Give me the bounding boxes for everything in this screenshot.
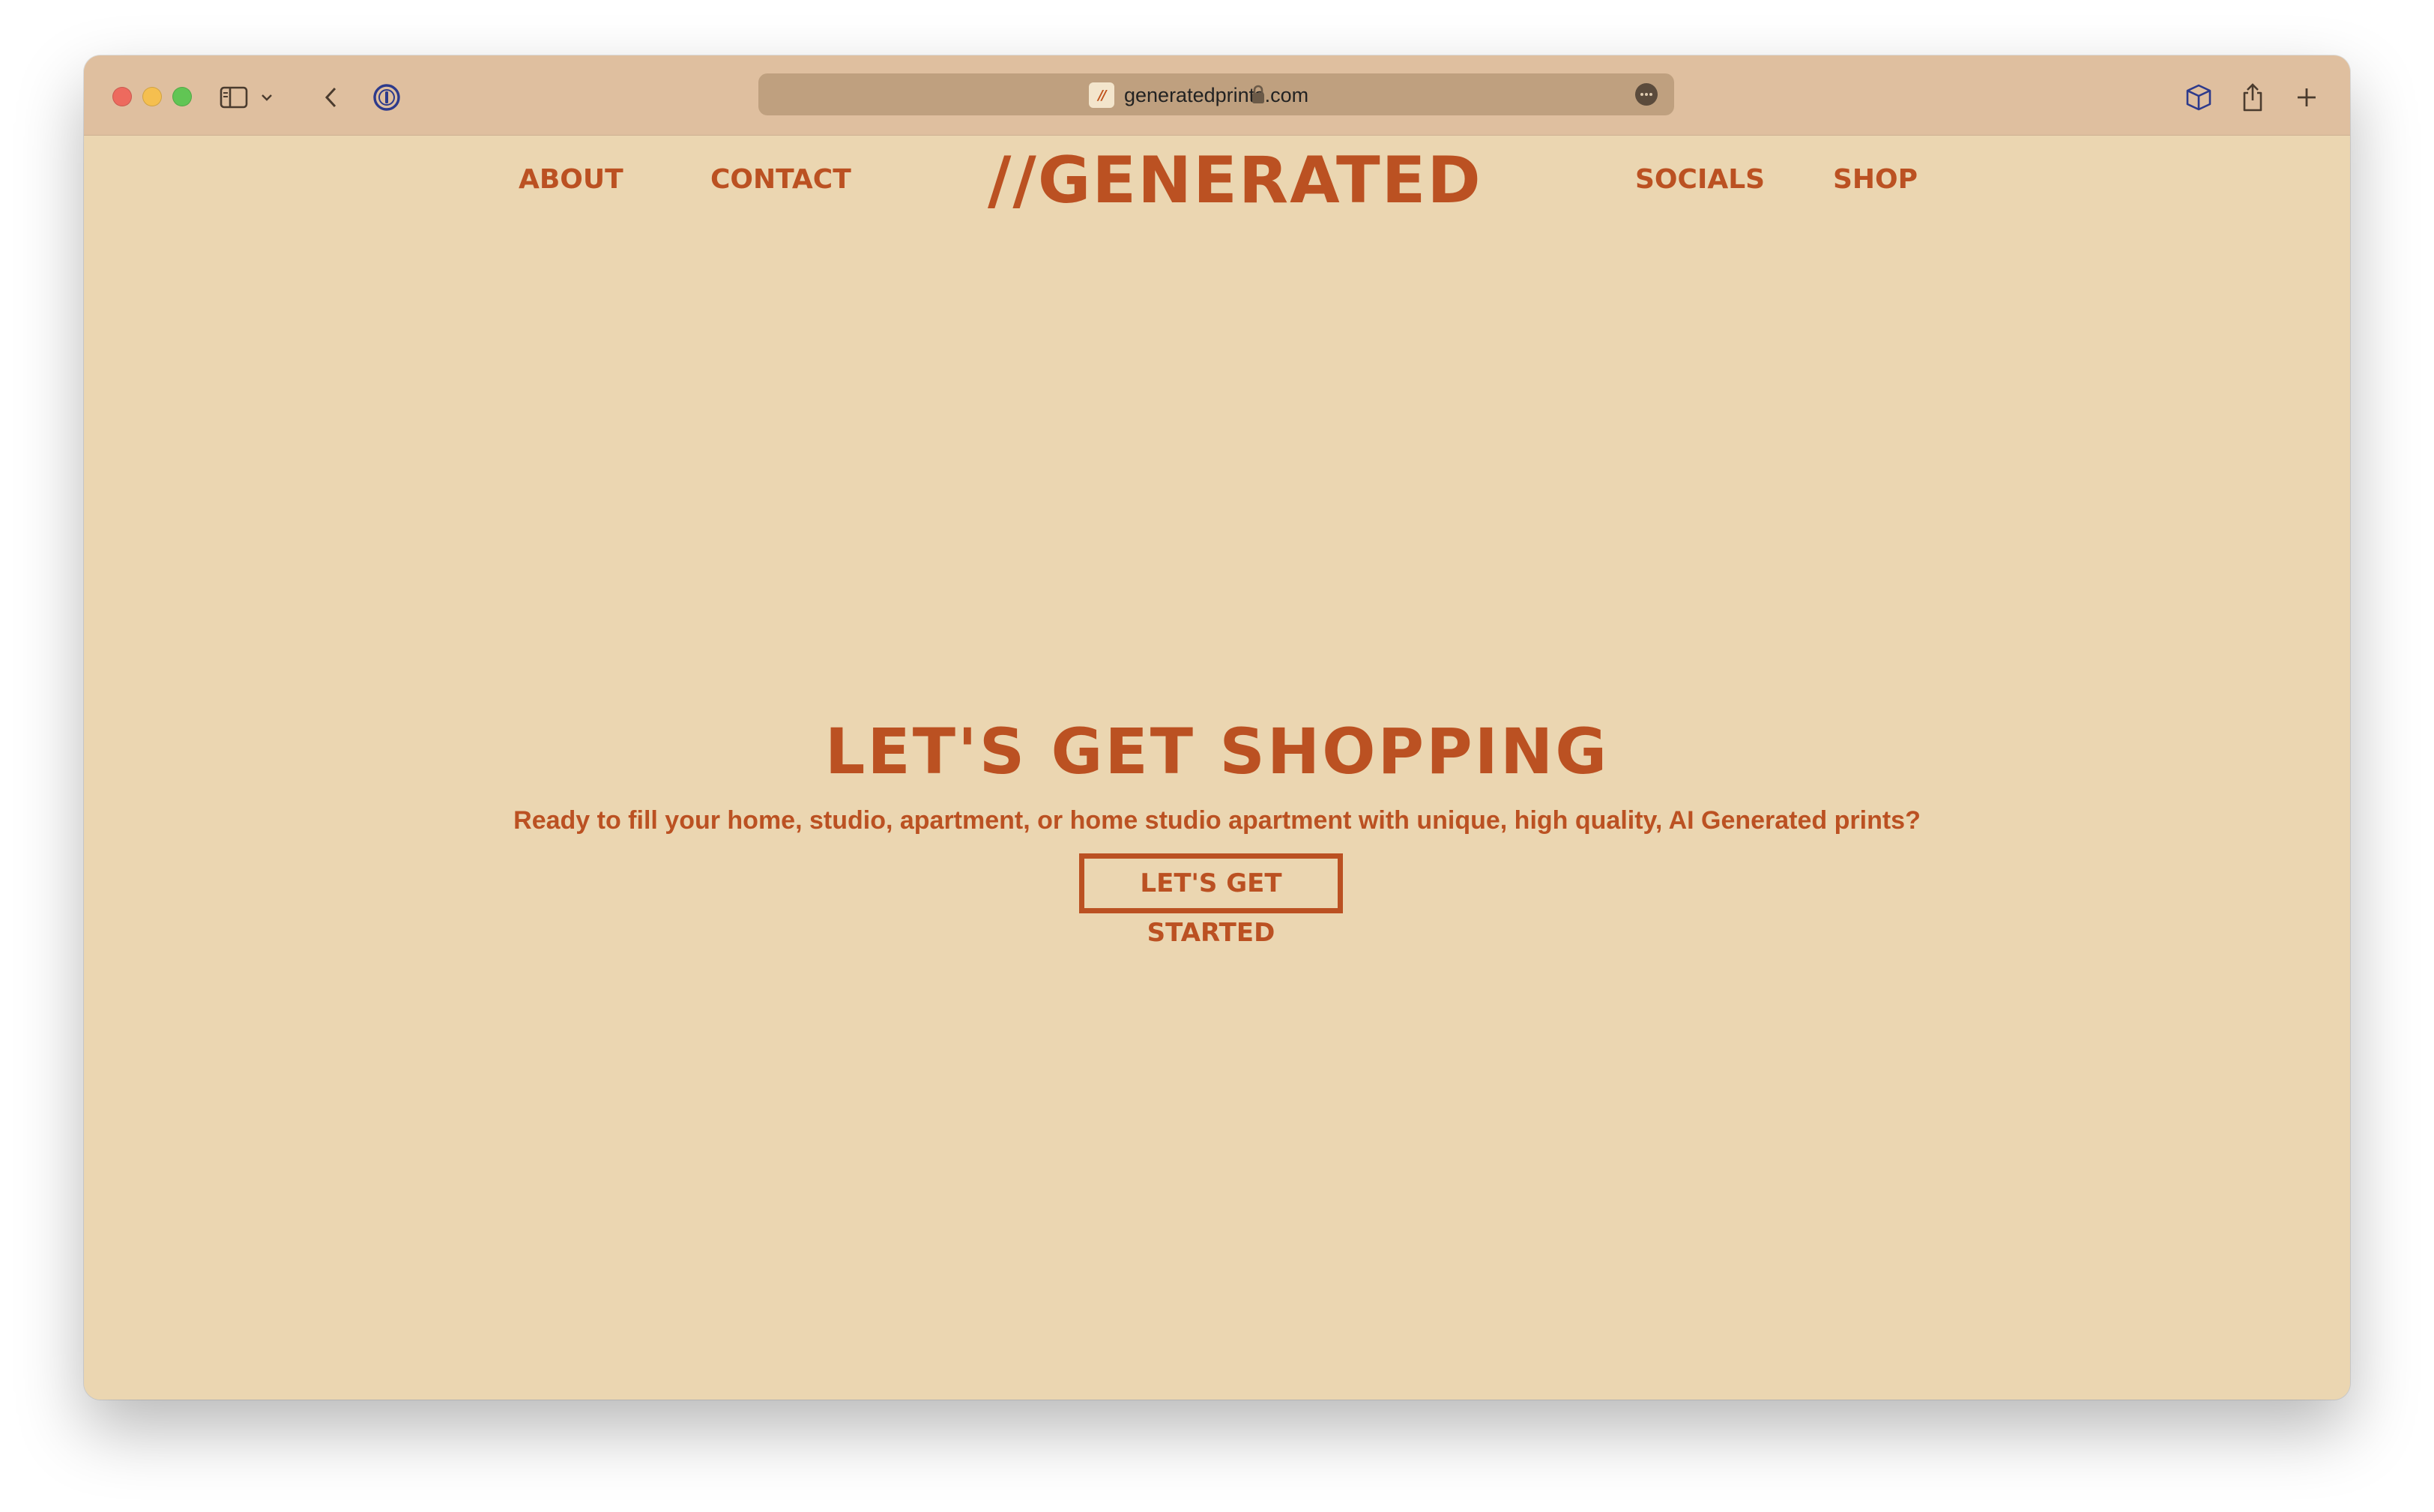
chevron-down-icon[interactable] xyxy=(255,79,279,115)
nav-about-link[interactable]: ABOUT xyxy=(519,160,623,200)
url-text[interactable]: generatedprints.com xyxy=(1124,82,1308,108)
hero-title: LET'S GET SHOPPING xyxy=(824,715,1610,788)
address-bar[interactable]: // generatedprints.com xyxy=(758,73,1674,115)
browser-window: // generatedprints.com ABOUT CONTACT //G… xyxy=(84,55,2350,1400)
minimize-window-button[interactable] xyxy=(142,87,162,106)
close-window-button[interactable] xyxy=(112,87,132,106)
nav-contact-link[interactable]: CONTACT xyxy=(710,160,851,200)
ellipsis-circle-icon[interactable] xyxy=(1635,83,1658,106)
hero-subtitle: Ready to fill your home, studio, apartme… xyxy=(513,806,1921,835)
browser-toolbar: // generatedprints.com xyxy=(84,55,2350,136)
1password-icon[interactable] xyxy=(369,79,405,115)
nav-shop-link[interactable]: SHOP xyxy=(1833,160,1918,200)
plus-icon[interactable] xyxy=(2289,79,2325,115)
sidebar-icon[interactable] xyxy=(216,79,252,115)
lock-icon xyxy=(1250,84,1271,106)
get-started-button[interactable]: LET'S GET STARTED xyxy=(1079,853,1343,948)
nav-socials-link[interactable]: SOCIALS xyxy=(1635,160,1765,200)
site-favicon: // xyxy=(1089,82,1114,108)
share-icon[interactable] xyxy=(2235,79,2271,115)
box-icon[interactable] xyxy=(2181,79,2217,115)
web-page: ABOUT CONTACT //GENERATED SOCIALS SHOP L… xyxy=(84,136,2350,1400)
site-logo[interactable]: //GENERATED xyxy=(988,143,1482,218)
back-arrow-icon[interactable] xyxy=(313,79,349,115)
maximize-window-button[interactable] xyxy=(172,87,192,106)
